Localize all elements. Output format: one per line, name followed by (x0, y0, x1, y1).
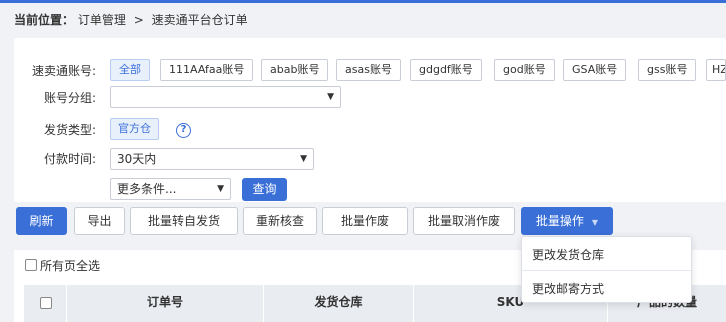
ship-type-label: 发货类型: (43, 123, 96, 137)
batch-operations-menu: 更改发货仓库 更改邮寄方式 (521, 236, 692, 303)
batch-self-ship-button[interactable]: 批量转自发货 (130, 207, 238, 235)
more-conditions-select[interactable]: 更多条件... ▼ (110, 178, 231, 200)
chevron-down-icon: ▼ (300, 154, 307, 164)
menu-item-change-warehouse[interactable]: 更改发货仓库 (532, 246, 604, 263)
account-filter-gsa[interactable]: GSA账号 (563, 59, 627, 81)
breadcrumb-separator: > (133, 13, 144, 27)
query-button[interactable]: 查询 (242, 178, 287, 201)
menu-divider (522, 270, 691, 271)
group-select[interactable]: ▼ (110, 86, 341, 108)
header-checkbox-cell (24, 285, 67, 322)
group-label: 账号分组: (43, 91, 96, 105)
account-filter-hz[interactable]: HZ (706, 59, 726, 81)
help-icon[interactable]: ? (176, 123, 191, 138)
refresh-button[interactable]: 刷新 (16, 207, 67, 235)
account-filter-god[interactable]: god账号 (494, 59, 555, 81)
account-filter-gdgdf[interactable]: gdgdf账号 (410, 59, 482, 81)
header-order-number: 订单号 (67, 285, 264, 322)
pay-time-select[interactable]: 30天内 ▼ (110, 148, 314, 170)
breadcrumb-current-label: 当前位置： (14, 13, 75, 27)
select-all-rows-checkbox[interactable] (40, 297, 52, 309)
header-ship-warehouse: 发货仓库 (264, 285, 414, 322)
top-accent-bar (0, 0, 726, 3)
chevron-down-icon: ▼ (217, 184, 224, 194)
select-all-pages-label: 所有页全选 (40, 259, 101, 273)
batch-void-button[interactable]: 批量作废 (322, 207, 408, 235)
breadcrumb-order-management[interactable]: 订单管理 (78, 13, 126, 27)
batch-unvoid-button[interactable]: 批量取消作废 (413, 207, 515, 235)
batch-operations-label: 批量操作 (535, 214, 584, 228)
account-filter-all[interactable]: 全部 (110, 59, 150, 81)
account-filter-abab[interactable]: abab账号 (261, 59, 329, 81)
more-conditions-value: 更多条件... (117, 182, 177, 196)
pay-time-label: 付款时间: (43, 152, 96, 166)
chevron-down-icon: ▼ (327, 92, 334, 102)
account-filter-asas[interactable]: asas账号 (336, 59, 401, 81)
menu-item-change-shipping-method[interactable]: 更改邮寄方式 (532, 280, 604, 297)
account-filter-gss[interactable]: gss账号 (638, 59, 697, 81)
breadcrumb: 当前位置： 订单管理 > 速卖通平台仓订单 (14, 11, 248, 28)
export-button[interactable]: 导出 (74, 207, 125, 235)
select-all-pages-checkbox[interactable] (25, 259, 37, 271)
account-filter-111aafaa[interactable]: 111AAfaa账号 (160, 59, 254, 81)
caret-down-icon: ▼ (591, 218, 599, 227)
pay-time-select-value: 30天内 (117, 152, 157, 166)
recheck-button[interactable]: 重新核查 (243, 207, 317, 235)
breadcrumb-aliexpress-orders: 速卖通平台仓订单 (151, 13, 248, 27)
batch-operations-button[interactable]: 批量操作 ▼ (521, 207, 613, 235)
ship-type-official-warehouse[interactable]: 官方仓 (110, 118, 159, 140)
account-label: 速卖通账号: (31, 64, 96, 78)
